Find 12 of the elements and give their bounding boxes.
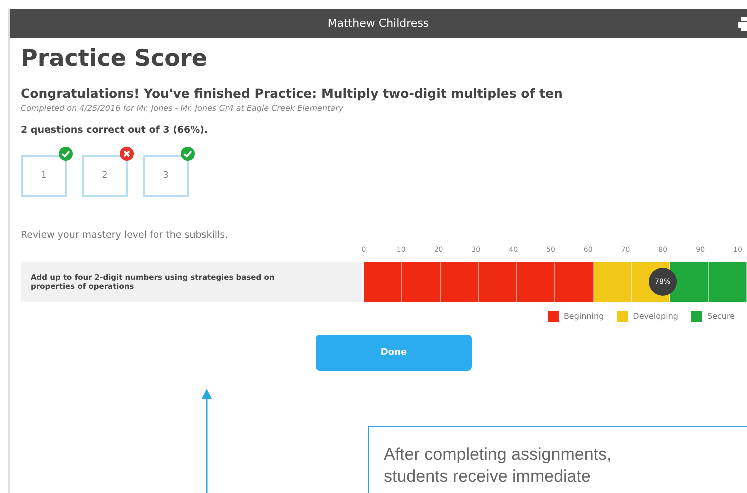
page-title: Practice Score [21,46,208,72]
result-heading: Congratulations! You've finished Practice: Multiply two-digit multiples of ten [21,86,564,101]
score-summary: 2 questions correct out of 3 (66%). [21,125,210,136]
completion-note: Completed on 4/25/2016 for Mr. Jones - Mr. Jones Gr4 at Eagle Creek Elementary [21,104,345,113]
callout-text: students receive immediate [384,466,592,488]
student-name: Matthew Childress [328,17,430,30]
legend-label: Beginning [564,312,604,321]
legend-label: Secure [707,312,735,321]
callout-text: After completing assignments, [384,444,613,466]
review-prompt: Review your mastery level for the subskills. [21,230,230,241]
legend-label: Developing [633,312,678,321]
done-button[interactable]: Done [316,335,472,371]
